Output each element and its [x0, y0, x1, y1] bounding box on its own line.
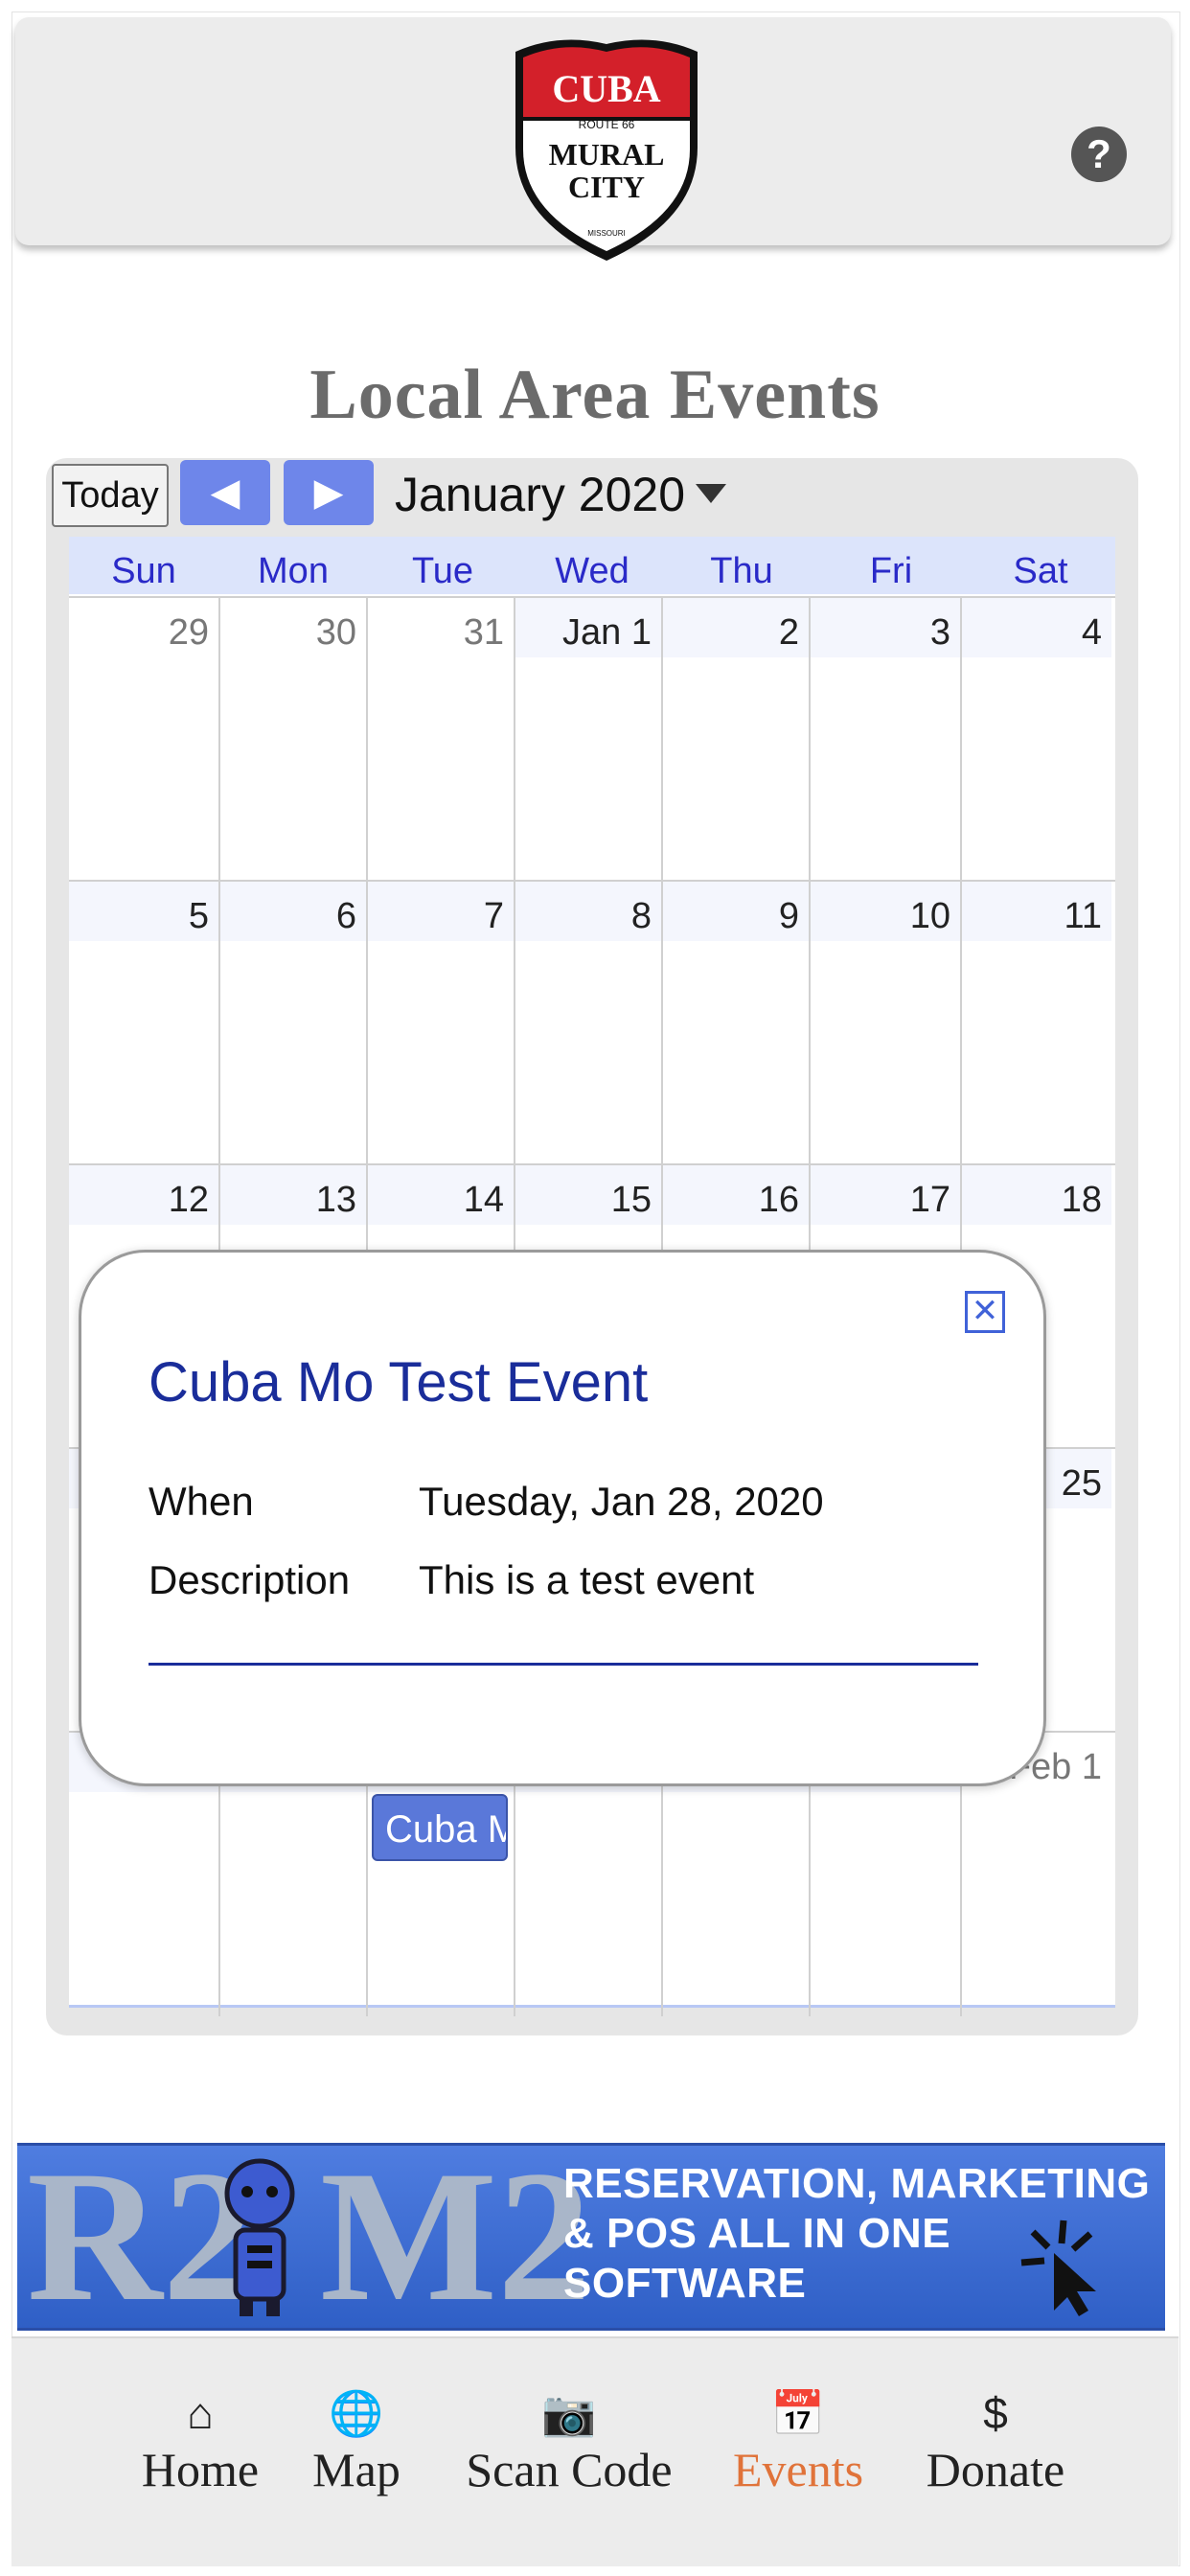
day-number: 16: [663, 1165, 809, 1225]
day-number: 30: [220, 598, 366, 657]
today-button[interactable]: Today: [52, 464, 169, 527]
day-number: 8: [515, 882, 661, 941]
globe-icon: 🌐: [329, 2388, 384, 2438]
event-popup: ✕ Cuba Mo Test Event When Tuesday, Jan 28…: [79, 1250, 1046, 1786]
day-number: 31: [368, 598, 514, 657]
day-number: 29: [69, 598, 218, 657]
page-title: Local Area Events: [309, 356, 881, 434]
weekday-label: Wed: [555, 551, 629, 591]
calendar-day-cell[interactable]: 31: [368, 598, 515, 882]
day-number: 11: [962, 882, 1111, 941]
chevron-left-icon: ◀: [210, 472, 240, 514]
prev-month-button[interactable]: ◀: [180, 460, 270, 525]
caret-down-icon[interactable]: [696, 484, 726, 503]
day-number: 15: [515, 1165, 661, 1225]
weekday-label: Fri: [869, 551, 913, 591]
day-number: 9: [663, 882, 809, 941]
app-header: CUBA ROUTE 66 MURAL CITY MISSOURI ?: [15, 17, 1171, 261]
nav-label: Home: [141, 2443, 260, 2496]
description-label: Description: [149, 1557, 351, 1602]
weekday-label: Thu: [710, 551, 773, 591]
calendar-week: 5 6 7 8 9 10 11: [69, 880, 1115, 1165]
home-icon: ⌂: [187, 2388, 214, 2438]
nav-map[interactable]: 🌐 Map: [299, 2386, 414, 2499]
month-label[interactable]: January 2020: [395, 460, 685, 529]
event-description-row: Description This is a test event: [149, 1557, 754, 1603]
event-when-row: When Tuesday, Jan 28, 2020: [149, 1479, 824, 1525]
calendar-day-cell[interactable]: 3: [811, 598, 962, 882]
weekday-label: Sun: [111, 551, 176, 591]
click-cursor-icon: [1020, 2220, 1096, 2316]
description-value: This is a test event: [419, 1557, 755, 1602]
day-number: 2: [663, 598, 809, 657]
day-number: 5: [69, 882, 218, 941]
nav-events[interactable]: 📅 Events: [717, 2386, 880, 2499]
when-label: When: [149, 1479, 254, 1524]
nav-scan-code[interactable]: 📷 Scan Code: [454, 2386, 684, 2499]
nav-label: Events: [732, 2443, 864, 2496]
day-number: Jan 1: [515, 598, 661, 657]
day-number: 18: [962, 1165, 1111, 1225]
day-number: 13: [220, 1165, 366, 1225]
calendar-day-cell[interactable]: 11: [962, 882, 1111, 1165]
calendar-day-cell[interactable]: 10: [811, 882, 962, 1165]
calendar-day-cell[interactable]: 8: [515, 882, 663, 1165]
calendar-day-cell[interactable]: 6: [220, 882, 368, 1165]
day-number: 4: [962, 598, 1111, 657]
day-number: 10: [811, 882, 960, 941]
bottom-nav: ⌂ Home 🌐 Map 📷 Scan Code 📅 Events $ Dona…: [11, 2336, 1179, 2566]
svg-text:MISSOURI: MISSOURI: [587, 229, 626, 238]
calendar-day-cell[interactable]: 2: [663, 598, 811, 882]
question-circle-icon[interactable]: ?: [1071, 126, 1127, 182]
banner-line: RESERVATION, MARKETING: [563, 2160, 1151, 2207]
event-chip[interactable]: Cuba M: [372, 1794, 508, 1861]
calendar-day-cell[interactable]: 29: [69, 598, 220, 882]
weekday-header: Sun Mon Tue Wed Thu Fri Sat: [69, 537, 1115, 594]
calendar-icon: 📅: [770, 2388, 826, 2438]
nav-label: Map: [312, 2443, 400, 2496]
robot-icon: [224, 2158, 295, 2316]
cuba-mural-city-logo[interactable]: CUBA ROUTE 66 MURAL CITY MISSOURI: [506, 33, 707, 263]
svg-text:CITY: CITY: [568, 170, 645, 204]
calendar-day-cell[interactable]: 7: [368, 882, 515, 1165]
svg-text:MURAL: MURAL: [549, 137, 665, 172]
weekday-label: Mon: [258, 551, 329, 591]
calendar-day-cell[interactable]: 30: [220, 598, 368, 882]
day-number: 17: [811, 1165, 960, 1225]
weekday-label: Tue: [411, 551, 474, 591]
nav-label: Donate: [926, 2443, 1065, 2496]
weekday-label: Sat: [1013, 551, 1068, 591]
banner-m2-text: M2: [320, 2143, 591, 2331]
nav-donate[interactable]: $ Donate: [914, 2386, 1077, 2499]
day-number: 12: [69, 1165, 218, 1225]
calendar-day-cell[interactable]: Jan 1: [515, 598, 663, 882]
event-title: Cuba Mo Test Event: [149, 1351, 649, 1414]
day-number: 14: [368, 1165, 514, 1225]
svg-text:CUBA: CUBA: [552, 67, 660, 110]
day-number: 6: [220, 882, 366, 941]
calendar-day-cell[interactable]: 4: [962, 598, 1111, 882]
camera-icon: 📷: [541, 2388, 597, 2438]
close-icon[interactable]: ✕: [965, 1291, 1005, 1333]
calendar-day-cell[interactable]: 9: [663, 882, 811, 1165]
nav-label: Scan Code: [466, 2443, 673, 2496]
when-value: Tuesday, Jan 28, 2020: [419, 1479, 824, 1524]
popup-divider: [149, 1663, 978, 1666]
ad-banner[interactable]: R2 M2 RESERVATION, MARKETING & POS ALL I…: [17, 2143, 1165, 2331]
nav-home[interactable]: ⌂ Home: [128, 2386, 272, 2499]
dollar-icon: $: [983, 2388, 1008, 2438]
next-month-button[interactable]: ▶: [284, 460, 374, 525]
day-number: 7: [368, 882, 514, 941]
svg-text:ROUTE 66: ROUTE 66: [579, 118, 635, 131]
calendar-week: 29 30 31 Jan 1234: [69, 596, 1115, 882]
day-number: 3: [811, 598, 960, 657]
calendar-day-cell[interactable]: 5: [69, 882, 220, 1165]
chevron-right-icon: ▶: [313, 472, 344, 514]
